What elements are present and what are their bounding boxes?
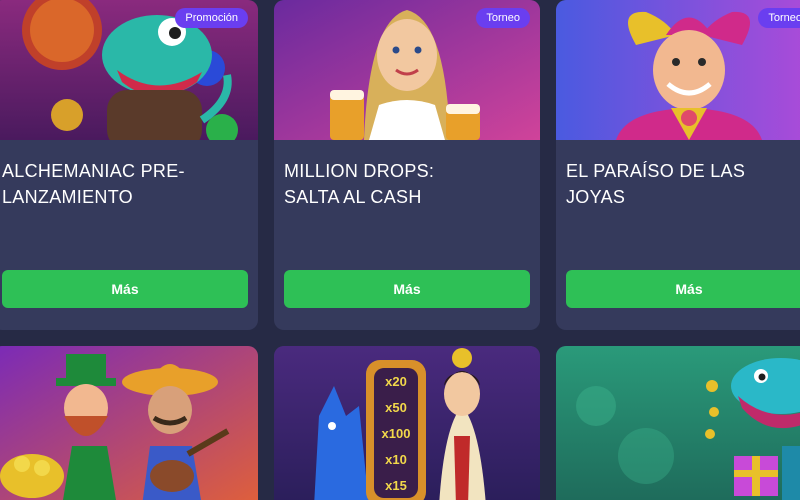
promo-card-wolf-geisha[interactable]: x20 x50 x100 x10 x15 <box>274 346 540 500</box>
leprechaun-mariachi-icon <box>0 346 258 500</box>
tournament-badge: Torneo <box>476 8 530 28</box>
multiplier-x10: x10 <box>385 451 407 467</box>
card-title: EL PARAÍSO DE LAS JOYAS <box>566 161 746 207</box>
promo-card-million-drops[interactable]: Torneo MILLION DROPS: SALTA AL CASH Más <box>274 0 540 330</box>
more-button[interactable]: Más <box>2 270 248 308</box>
multiplier-x20: x20 <box>385 373 407 389</box>
promo-card-dinosaur[interactable] <box>556 346 800 500</box>
multiplier-x100: x100 <box>381 425 411 441</box>
card-title: ALCHEMANIAC PRE- LANZAMIENTO <box>2 161 185 207</box>
promo-card-alchemaniac[interactable]: Promoción ALCHEMANIAC PRE- LANZAMIENTO M… <box>0 0 258 330</box>
multiplier-x15: x15 <box>385 477 407 493</box>
promo-card-leprechaun[interactable] <box>0 346 258 500</box>
promotions-grid: Promoción ALCHEMANIAC PRE- LANZAMIENTO M… <box>0 0 800 500</box>
more-button[interactable]: Más <box>566 270 800 308</box>
wolf-geisha-multiplier-icon: x20 x50 x100 x10 x15 <box>274 346 540 500</box>
card-title: MILLION DROPS: SALTA AL CASH <box>284 161 435 207</box>
dinosaur-gift-icon <box>556 346 800 500</box>
more-button[interactable]: Más <box>284 270 530 308</box>
tournament-badge: Torneo <box>758 8 800 28</box>
promo-card-paraiso-joyas[interactable]: Torneo EL PARAÍSO DE LAS JOYAS Más <box>556 0 800 330</box>
promotion-badge: Promoción <box>175 8 248 28</box>
multiplier-reel: x20 x50 x100 x10 x15 <box>374 368 418 498</box>
multiplier-x50: x50 <box>385 399 407 415</box>
